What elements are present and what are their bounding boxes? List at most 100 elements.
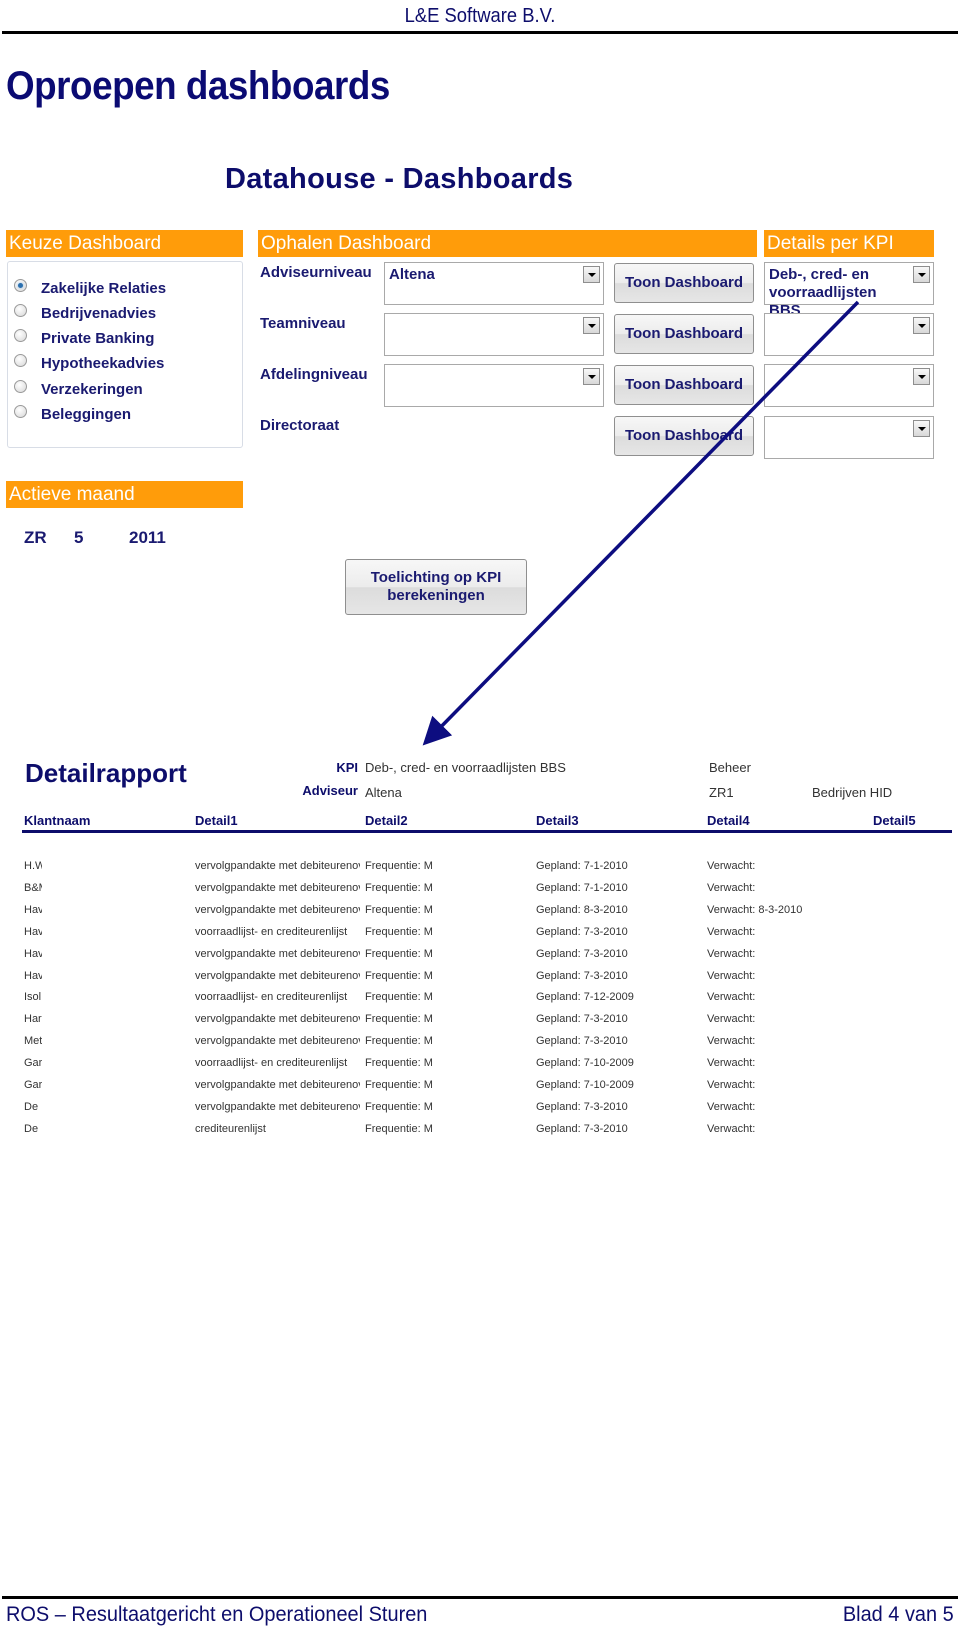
radio-label: Bedrijvenadvies <box>41 304 157 322</box>
ophalen-dashboard-header: Ophalen Dashboard <box>258 230 757 257</box>
dropdown-arrow-icon[interactable] <box>583 317 600 334</box>
cell-detail2: Frequentie: M <box>365 860 433 872</box>
radio-unchecked-icon[interactable] <box>14 328 27 342</box>
radio-bedrijvenadvies[interactable]: Bedrijvenadvies <box>14 302 156 324</box>
cell-detail4: Verwacht: <box>707 969 756 982</box>
actieve-maand-header: Actieve maand <box>6 481 243 508</box>
cell-detail3: Gepland: 7-3-2010 <box>536 1035 628 1048</box>
adviseurniveau-label: Adviseurniveau <box>260 264 372 281</box>
cell-detail3: Gepland: 7-1-2010 <box>536 860 628 872</box>
radio-unchecked-icon[interactable] <box>14 379 27 393</box>
radio-label: Beleggingen <box>41 405 132 423</box>
radio-private-banking[interactable]: Private Banking <box>14 327 154 349</box>
cell-klantnaam: Hav <box>24 903 42 916</box>
cell-detail4: Verwacht: <box>707 860 756 872</box>
cell-klantnaam: H.W <box>24 860 42 872</box>
toelichting-kpi-button[interactable]: Toelichting op KPI berekeningen <box>345 559 527 615</box>
cell-klantnaam: De <box>24 1100 39 1113</box>
app-title: Datahouse - Dashboards <box>225 163 574 195</box>
radio-unchecked-icon[interactable] <box>14 404 27 418</box>
footer-document-name: ROS – Resultaatgericht en Operationeel S… <box>6 1603 428 1626</box>
cell-detail1: vervolgpandakte met debiteurenov <box>195 947 360 960</box>
cell-detail1: crediteurenlijst <box>195 1122 266 1135</box>
toon-dashboard-directoraat-button[interactable]: Toon Dashboard <box>614 416 754 456</box>
table-row: Hav voorraadlijst- en crediteurenlijst Fre… <box>0 926 960 948</box>
cell-detail3: Gepland: 7-12-2009 <box>536 991 634 1004</box>
cell-detail2: Frequentie: M <box>365 1013 433 1026</box>
teamniveau-combo[interactable] <box>384 313 604 356</box>
cell-detail4: Verwacht: <box>707 1035 756 1048</box>
cell-detail1: vervolgpandakte met debiteurenov <box>195 1100 360 1113</box>
cell-detail2: Frequentie: M <box>365 1122 433 1135</box>
cell-detail3: Gepland: 7-10-2009 <box>536 1079 634 1091</box>
dropdown-arrow-icon[interactable] <box>913 368 930 385</box>
dropdown-arrow-icon[interactable] <box>913 317 930 334</box>
radio-zakelijke-relaties[interactable]: Zakelijke Relaties <box>14 277 166 299</box>
col-detail4: Detail4 <box>707 813 750 828</box>
table-header-rule <box>22 830 952 833</box>
cell-klantnaam: De <box>24 1122 39 1135</box>
footer-rule <box>2 1596 958 1599</box>
cell-detail3: Gepland: 7-3-2010 <box>536 1100 628 1113</box>
cell-klantnaam: Met <box>24 1035 42 1048</box>
adviseurniveau-combo[interactable]: Altena <box>384 262 604 305</box>
cell-detail3: Gepland: 7-1-2010 <box>536 881 628 894</box>
document-title: Oproepen dashboards <box>6 64 390 108</box>
adviseur-value: Altena <box>365 785 402 800</box>
toon-dashboard-adviseur-button[interactable]: Toon Dashboard <box>614 263 754 303</box>
dropdown-arrow-icon[interactable] <box>583 368 600 385</box>
cell-detail2: Frequentie: M <box>365 969 433 982</box>
active-year: 2011 <box>129 528 166 547</box>
col-detail5: Detail5 <box>873 813 916 828</box>
header-rule <box>2 31 958 34</box>
toon-dashboard-team-button[interactable]: Toon Dashboard <box>614 314 754 354</box>
dropdown-arrow-icon[interactable] <box>913 266 930 283</box>
radio-beleggingen[interactable]: Beleggingen <box>14 403 131 425</box>
radio-unchecked-icon[interactable] <box>14 353 27 367</box>
cell-klantnaam: Hav <box>24 947 42 960</box>
table-row: Gar voorraadlijst- en crediteurenlijst Fre… <box>0 1057 960 1079</box>
cell-detail1: vervolgpandakte met debiteurenov <box>195 969 360 982</box>
cell-detail1: vervolgpandakte met debiteurenov <box>195 860 360 872</box>
cell-detail2: Frequentie: M <box>365 947 433 960</box>
col-detail3: Detail3 <box>536 813 579 828</box>
radio-hypotheekadvies[interactable]: Hypotheekadvies <box>14 352 164 374</box>
footer-page-number: Blad 4 van 5 <box>843 1603 954 1626</box>
radio-label: Zakelijke Relaties <box>41 279 167 297</box>
kpi-combo-1[interactable]: Deb-, cred- en voorraadlijsten BBS <box>764 262 934 319</box>
cell-klantnaam: Gar <box>24 1057 42 1070</box>
cell-detail3: Gepland: 8-3-2010 <box>536 903 628 916</box>
adviseur-label: Adviseur <box>302 783 358 798</box>
beheer-value: Beheer <box>709 760 751 775</box>
cell-detail2: Frequentie: M <box>365 1057 433 1070</box>
toon-dashboard-afdeling-button[interactable]: Toon Dashboard <box>614 365 754 405</box>
table-row: Isol voorraadlijst- en crediteurenlijst Fr… <box>0 991 960 1013</box>
radio-checked-icon[interactable] <box>14 278 27 292</box>
radio-verzekeringen[interactable]: Verzekeringen <box>14 378 143 400</box>
radio-unchecked-icon[interactable] <box>14 303 27 317</box>
directoraat-label: Directoraat <box>260 417 340 434</box>
cell-klantnaam: Gar <box>24 1079 42 1091</box>
dropdown-arrow-icon[interactable] <box>913 420 930 437</box>
table-row: De crediteurenlijst Frequentie: M Gepland: … <box>0 1123 960 1145</box>
cell-detail4: Verwacht: <box>707 881 756 894</box>
kpi-label: KPI <box>336 760 358 775</box>
cell-detail4: Verwacht: <box>707 947 756 960</box>
dropdown-arrow-icon[interactable] <box>583 266 600 283</box>
cell-detail3: Gepland: 7-3-2010 <box>536 947 628 960</box>
kpi-combo-4[interactable] <box>764 416 934 459</box>
table-row: Hav vervolgpandakte met debiteurenov Frequ… <box>0 904 960 926</box>
cell-detail1: vervolgpandakte met debiteurenov <box>195 903 360 916</box>
cell-detail4: Verwacht: <box>707 1079 756 1091</box>
kpi-combo-3[interactable] <box>764 364 934 407</box>
table-row: Hav vervolgpandakte met debiteurenov Frequ… <box>0 970 960 992</box>
unit-value: Bedrijven HID <box>812 785 893 800</box>
table-row: Gar vervolgpandakte met debiteurenov Frequ… <box>0 1079 960 1101</box>
kpi-combo-2[interactable] <box>764 313 934 356</box>
afdelingniveau-combo[interactable] <box>384 364 604 407</box>
cell-detail4: Verwacht: <box>707 991 756 1004</box>
col-detail1: Detail1 <box>195 813 238 828</box>
cell-klantnaam: Isol <box>24 991 42 1004</box>
cell-detail3: Gepland: 7-3-2010 <box>536 1122 628 1135</box>
col-klantnaam: Klantnaam <box>24 813 91 828</box>
